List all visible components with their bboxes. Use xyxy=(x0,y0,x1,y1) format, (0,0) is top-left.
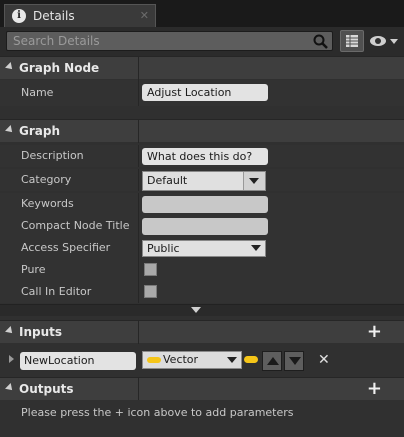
input-parameter-row: NewLocation Vector ✕ xyxy=(0,346,404,376)
search-input[interactable] xyxy=(7,32,307,50)
parameter-name-field[interactable]: NewLocation xyxy=(20,352,136,370)
section-title: Inputs xyxy=(19,325,63,339)
collapse-arrow-icon[interactable] xyxy=(5,62,15,72)
access-specifier-value: Public xyxy=(147,242,180,255)
section-outputs[interactable]: Outputs + xyxy=(0,377,404,401)
arrow-up-icon xyxy=(267,357,279,365)
column-divider xyxy=(138,145,139,167)
column-divider xyxy=(138,259,139,281)
move-up-button[interactable] xyxy=(262,351,282,371)
call-in-editor-checkbox[interactable] xyxy=(144,285,157,298)
call-in-editor-label: Call In Editor xyxy=(21,285,92,298)
compact-node-title-label: Compact Node Title xyxy=(21,219,130,232)
section-title: Graph xyxy=(19,124,60,138)
move-down-button[interactable] xyxy=(284,351,304,371)
collapse-arrow-icon[interactable] xyxy=(5,326,15,336)
parameter-type-value: Vector xyxy=(163,353,199,366)
expand-arrow-icon[interactable] xyxy=(9,355,14,363)
column-divider xyxy=(138,169,139,191)
keywords-label: Keywords xyxy=(21,197,74,210)
category-label: Category xyxy=(21,173,72,186)
row-name: Name Adjust Location xyxy=(0,80,404,106)
column-divider xyxy=(138,321,139,344)
description-label: Description xyxy=(21,149,84,162)
row-pure: Pure xyxy=(0,259,404,281)
compact-node-title-field[interactable] xyxy=(142,218,268,235)
column-divider xyxy=(138,57,139,80)
view-options-button[interactable] xyxy=(368,32,400,50)
pure-label: Pure xyxy=(21,263,46,276)
arrow-down-icon xyxy=(289,357,301,365)
column-divider xyxy=(138,237,139,259)
row-compact-node-title: Compact Node Title xyxy=(0,215,404,237)
column-divider xyxy=(138,193,139,215)
add-output-button[interactable]: + xyxy=(367,379,382,399)
section-spacer xyxy=(0,106,404,119)
tab-details[interactable]: i Details ✕ xyxy=(4,4,156,27)
name-label: Name xyxy=(21,86,54,99)
row-description: Description What does this do? xyxy=(0,145,404,167)
outputs-hint: Please press the + icon above to add par… xyxy=(21,406,294,419)
section-title: Graph Node xyxy=(19,61,100,75)
row-call-in-editor: Call In Editor xyxy=(0,281,404,303)
name-field[interactable]: Adjust Location xyxy=(142,84,268,101)
parameter-type-dropdown[interactable]: Vector xyxy=(142,351,242,369)
search-box xyxy=(6,31,333,51)
tab-strip: i Details ✕ xyxy=(0,0,404,27)
search-icon[interactable] xyxy=(313,34,328,49)
chevron-down-icon xyxy=(249,178,259,184)
column-divider xyxy=(138,80,139,106)
column-divider xyxy=(138,378,139,401)
column-divider xyxy=(138,281,139,303)
access-specifier-label: Access Specifier xyxy=(21,241,111,254)
search-row xyxy=(0,27,404,56)
pure-checkbox[interactable] xyxy=(144,263,157,276)
add-input-button[interactable]: + xyxy=(367,322,382,342)
column-divider xyxy=(138,120,139,143)
chevron-down-icon xyxy=(227,357,237,363)
description-field[interactable]: What does this do? xyxy=(142,148,268,165)
collapse-arrow-icon[interactable] xyxy=(5,125,15,135)
access-specifier-dropdown[interactable]: Public xyxy=(142,240,266,257)
advanced-expander[interactable] xyxy=(0,304,404,316)
chevron-down-icon xyxy=(251,245,261,251)
section-graph-node[interactable]: Graph Node xyxy=(0,56,404,80)
section-inputs[interactable]: Inputs + xyxy=(0,320,404,344)
column-divider xyxy=(138,215,139,237)
chevron-down-icon xyxy=(191,307,201,313)
tab-label: Details xyxy=(33,9,75,23)
remove-parameter-button[interactable]: ✕ xyxy=(318,352,332,368)
eye-icon xyxy=(370,36,398,46)
row-access-specifier: Access Specifier Public xyxy=(0,237,404,259)
vector-pin-icon xyxy=(147,357,161,363)
container-type-pin-icon[interactable] xyxy=(244,356,258,363)
keywords-field[interactable] xyxy=(142,196,268,213)
section-title: Outputs xyxy=(19,382,74,396)
info-icon: i xyxy=(12,9,26,23)
table-icon xyxy=(346,35,358,47)
row-keywords: Keywords xyxy=(0,193,404,215)
collapse-arrow-icon[interactable] xyxy=(5,383,15,393)
section-graph[interactable]: Graph xyxy=(0,119,404,143)
category-value: Default xyxy=(147,174,188,187)
category-dropdown[interactable]: Default xyxy=(142,171,266,191)
property-matrix-button[interactable] xyxy=(340,30,364,52)
row-category: Category Default xyxy=(0,169,404,191)
close-icon[interactable]: ✕ xyxy=(140,9,149,22)
